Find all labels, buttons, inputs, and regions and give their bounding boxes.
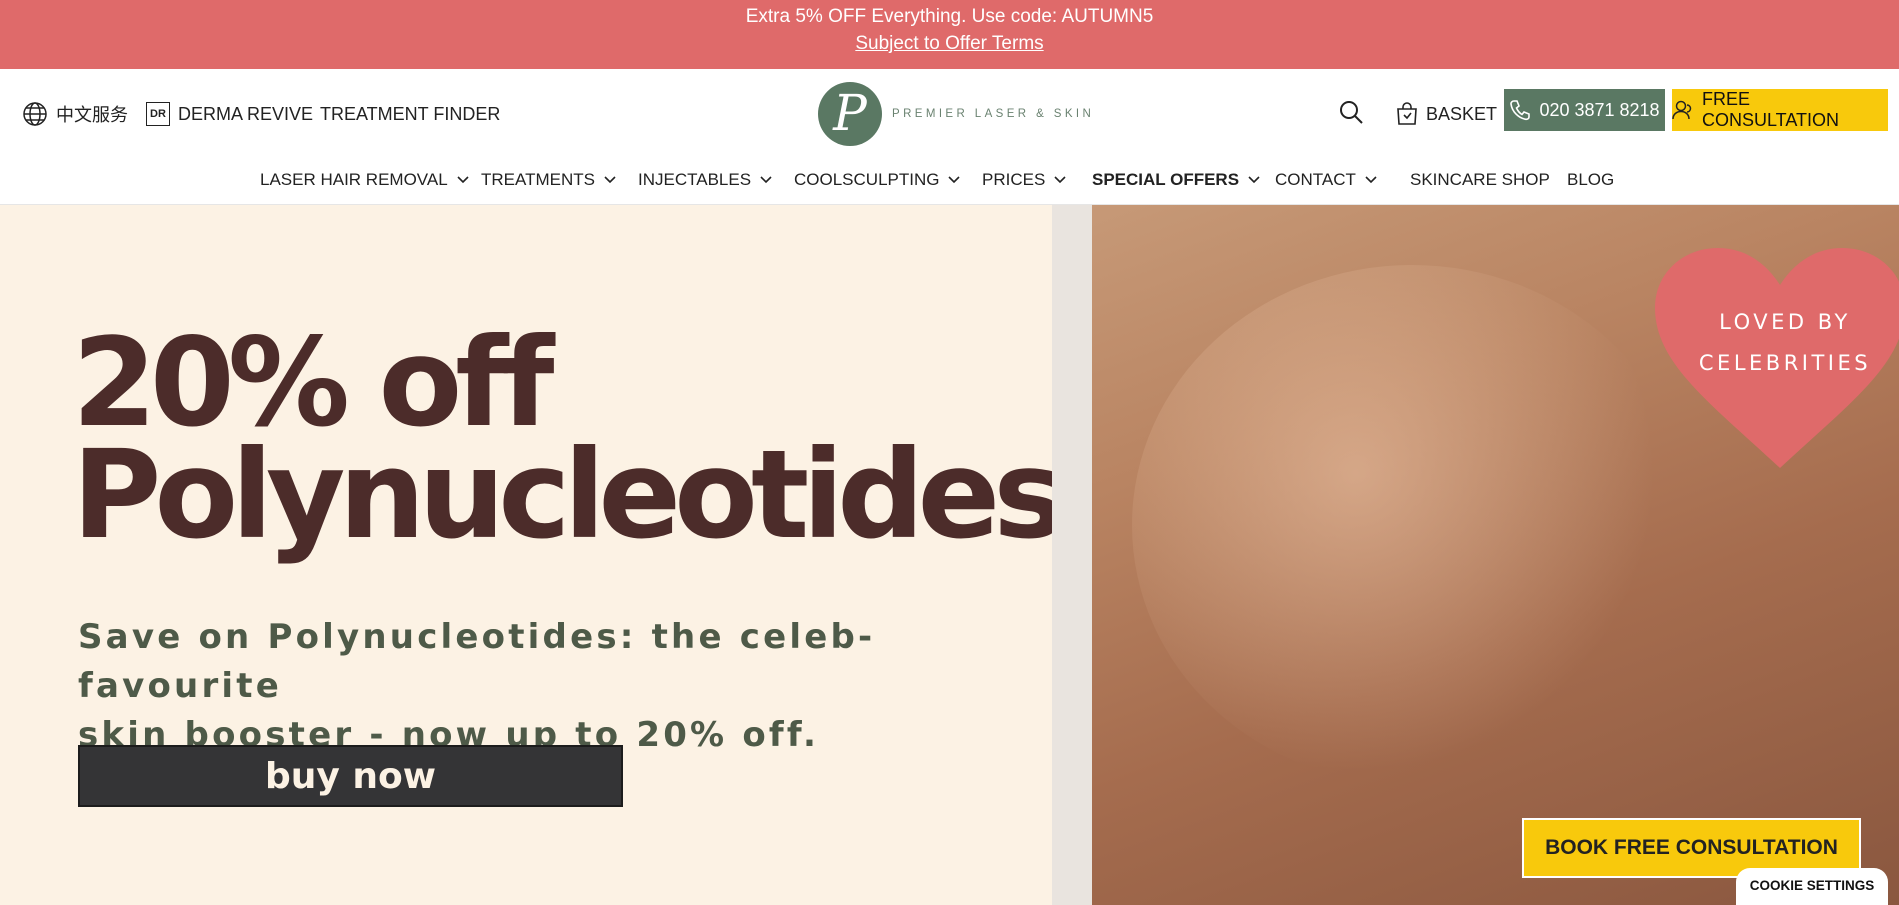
logo-text: PREMIER LASER & SKIN [892,108,1095,120]
nav-item-label: PRICES [982,170,1046,189]
nav-item-laser-hair-removal[interactable]: LASER HAIR REMOVAL [260,165,469,195]
heart-badge-line: CELEBRITIES [1698,351,1872,375]
hero-title-line: Polynucleotides [72,424,1066,566]
nav-item-special-offers[interactable]: SPECIAL OFFERS [1092,165,1260,195]
heart-badge-line: LOVED BY [1719,310,1851,334]
globe-icon [22,101,48,127]
nav-item-coolsculpting[interactable]: COOLSCULPTING [794,165,961,195]
logo-mark: P [818,82,882,146]
nav-item-blog[interactable]: BLOG [1567,165,1614,195]
phone-label: 020 3871 8218 [1539,99,1660,120]
nav-item-contact[interactable]: CONTACT [1275,165,1377,195]
derma-revive-icon: DR [146,102,170,126]
nav-item-treatments[interactable]: TREATMENTS [481,165,616,195]
phone-button[interactable]: 020 3871 8218 [1504,89,1665,131]
site-header: 中文服务 DR DERMA REVIVE TREATMENT FINDER P … [0,69,1899,205]
chevron-down-icon [1054,176,1066,184]
user-icon [1672,99,1694,121]
nav-item-injectables[interactable]: INJECTABLES [638,165,772,195]
hero-title-line: 20% off [72,312,554,454]
chevron-down-icon [457,176,469,184]
main-nav: LASER HAIR REMOVAL TREATMENTS INJECTABLE… [0,165,1899,195]
shopping-bag-icon [1396,102,1418,126]
treatment-finder-link[interactable]: TREATMENT FINDER [320,99,500,129]
cookie-settings-button[interactable]: COOKIE SETTINGS [1736,868,1888,905]
buy-now-button[interactable]: buy now [78,745,623,807]
promo-text: Extra 5% OFF Everything. Use code: AUTUM… [745,6,1154,27]
nav-item-label: INJECTABLES [638,170,752,189]
language-link[interactable]: 中文服务 [22,99,128,129]
nav-item-label: COOLSCULPTING [794,170,940,189]
heart-badge-text: LOVED BY CELEBRITIES [1690,302,1880,384]
free-consultation-button[interactable]: FREE CONSULTATION [1672,89,1888,131]
nav-item-label: SPECIAL OFFERS [1092,170,1240,189]
chevron-down-icon [1365,176,1377,184]
hero-subtitle-line: Save on Polynucleotides: the celeb-favou… [78,617,876,706]
nav-item-label: SKINCARE SHOP [1410,170,1550,189]
nav-item-label: CONTACT [1275,170,1356,189]
language-label: 中文服务 [56,105,128,125]
nav-item-label: BLOG [1567,170,1615,189]
search-button[interactable] [1338,99,1368,129]
chevron-down-icon [1248,176,1260,184]
hero-promo-panel: 20% off Polynucleotides Save on Polynucl… [0,205,1066,905]
hero-title: 20% off Polynucleotides [72,312,1066,566]
derma-revive-link[interactable]: DR DERMA REVIVE [146,99,313,129]
nav-item-skincare-shop[interactable]: SKINCARE SHOP [1410,165,1550,195]
free-consultation-label: FREE CONSULTATION [1702,89,1840,130]
nav-item-label: TREATMENTS [481,170,595,189]
phone-icon [1509,99,1531,121]
derma-revive-label: DERMA REVIVE [178,103,314,124]
offer-terms-link[interactable]: Subject to Offer Terms [855,33,1043,54]
nav-item-prices[interactable]: PRICES [982,165,1066,195]
chevron-down-icon [760,176,772,184]
hero-subtitle: Save on Polynucleotides: the celeb-favou… [78,613,998,760]
basket-link[interactable]: BASKET [1396,99,1497,129]
search-icon [1338,101,1364,129]
nav-item-label: LASER HAIR REMOVAL [260,170,448,189]
promo-banner: Extra 5% OFF Everything. Use code: AUTUM… [0,0,1899,69]
chevron-down-icon [948,176,961,184]
chevron-down-icon [604,176,616,184]
brand-logo[interactable]: P PREMIER LASER & SKIN [818,79,1108,149]
basket-label: BASKET [1426,103,1498,124]
treatment-finder-label: TREATMENT FINDER [320,103,501,124]
